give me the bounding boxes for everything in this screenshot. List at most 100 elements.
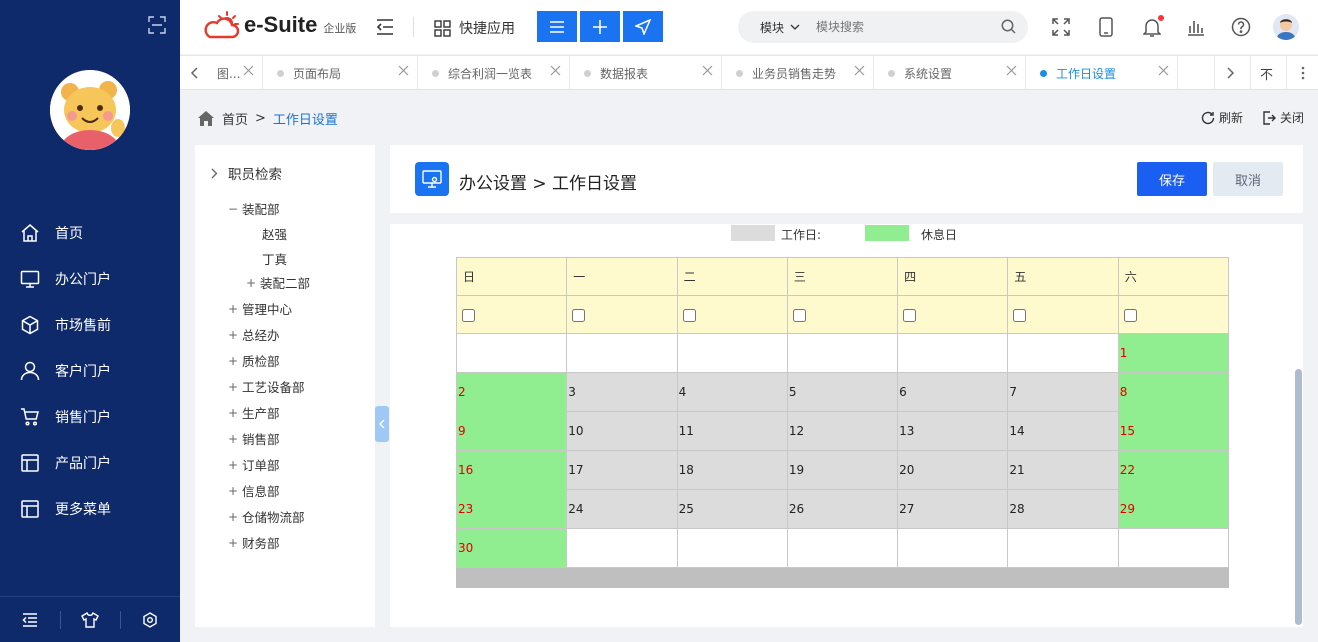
settings-icon[interactable] bbox=[120, 597, 180, 642]
calendar-day-cell[interactable]: 25 bbox=[676, 489, 788, 529]
tree-node[interactable]: − 装配部 bbox=[228, 199, 280, 218]
calendar-day-cell[interactable]: 2 bbox=[455, 372, 568, 412]
mobile-icon[interactable] bbox=[1094, 15, 1118, 39]
close-page-button[interactable]: 关闭 bbox=[1262, 109, 1304, 126]
calendar-day-cell[interactable]: 14 bbox=[1007, 411, 1119, 451]
save-button[interactable]: 保存 bbox=[1137, 162, 1207, 196]
calendar-day-cell[interactable]: 17 bbox=[566, 450, 678, 490]
tree-toggle[interactable]: + bbox=[228, 510, 242, 524]
tree-root[interactable]: 职员检索 bbox=[211, 163, 282, 183]
calendar-day-cell[interactable]: 19 bbox=[786, 450, 899, 490]
calendar-day-cell[interactable]: 13 bbox=[897, 411, 1009, 451]
tree-node[interactable]: 赵强 bbox=[248, 224, 287, 243]
tree-toggle[interactable]: + bbox=[228, 406, 242, 420]
close-icon[interactable] bbox=[1158, 65, 1169, 76]
tab-2[interactable]: 页面布局 bbox=[263, 56, 418, 90]
avatar[interactable] bbox=[50, 70, 130, 150]
calendar-day-cell[interactable]: 22 bbox=[1117, 450, 1230, 490]
tree-node[interactable]: + 销售部 bbox=[228, 429, 280, 448]
calendar-day-cell[interactable]: 10 bbox=[566, 411, 678, 451]
weekday-checkbox[interactable] bbox=[1013, 308, 1027, 322]
calendar-day-cell[interactable]: 18 bbox=[676, 450, 788, 490]
tab-4[interactable]: 数据报表 bbox=[570, 56, 722, 90]
nav-item-home[interactable]: 首页 bbox=[0, 210, 180, 256]
nav-item-more[interactable]: 更多菜单 bbox=[0, 486, 180, 532]
collapse-panel-handle[interactable] bbox=[375, 406, 389, 442]
nav-item-sales[interactable]: 销售门户 bbox=[0, 394, 180, 440]
close-icon[interactable] bbox=[243, 65, 254, 76]
quick-apps-button[interactable]: 快捷应用 bbox=[434, 18, 515, 38]
breadcrumb-home[interactable]: 首页 bbox=[222, 109, 248, 128]
calendar-day-cell[interactable]: 16 bbox=[455, 450, 568, 490]
tree-toggle[interactable]: + bbox=[228, 458, 242, 472]
nav-item-presales[interactable]: 市场售前 bbox=[0, 302, 180, 348]
bell-icon[interactable] bbox=[1140, 15, 1164, 39]
calendar-day-cell[interactable]: 1 bbox=[1117, 333, 1230, 373]
tree-node[interactable]: + 工艺设备部 bbox=[228, 377, 305, 396]
scan-icon[interactable] bbox=[148, 16, 166, 34]
tree-node[interactable]: + 管理中心 bbox=[228, 299, 292, 318]
calendar-day-cell[interactable]: 11 bbox=[676, 411, 788, 451]
close-icon[interactable] bbox=[398, 65, 409, 76]
add-button[interactable] bbox=[580, 11, 620, 42]
weekday-checkbox[interactable] bbox=[1123, 308, 1137, 322]
fullscreen-icon[interactable] bbox=[1049, 15, 1073, 39]
tree-node[interactable]: 丁真 bbox=[248, 249, 287, 268]
calendar-day-cell[interactable]: 27 bbox=[897, 489, 1009, 529]
calendar-day-cell[interactable]: 7 bbox=[1007, 372, 1119, 412]
tab-5[interactable]: 业务员销售走势 bbox=[722, 56, 874, 90]
tab-1[interactable]: 图... bbox=[208, 56, 263, 90]
weekday-checkbox[interactable] bbox=[903, 308, 917, 322]
close-icon[interactable] bbox=[550, 65, 561, 76]
tab-6[interactable]: 系统设置 bbox=[874, 56, 1026, 90]
cancel-button[interactable]: 取消 bbox=[1213, 162, 1283, 196]
tree-node[interactable]: + 装配二部 bbox=[246, 273, 310, 292]
weekday-checkbox[interactable] bbox=[462, 308, 475, 322]
indent-icon[interactable] bbox=[0, 597, 60, 642]
app-logo[interactable]: e-Suite 企业版 bbox=[202, 10, 356, 40]
calendar-day-cell[interactable]: 12 bbox=[786, 411, 899, 451]
tree-node[interactable]: + 财务部 bbox=[228, 533, 280, 552]
help-icon[interactable] bbox=[1229, 15, 1253, 39]
nav-item-product[interactable]: 产品门户 bbox=[0, 440, 180, 486]
search-icon[interactable] bbox=[1001, 19, 1016, 34]
module-select[interactable]: 模块 bbox=[760, 19, 800, 36]
user-avatar[interactable] bbox=[1273, 14, 1299, 40]
refresh-button[interactable]: 刷新 bbox=[1201, 109, 1243, 126]
calendar-day-cell[interactable]: 4 bbox=[676, 372, 788, 412]
close-icon[interactable] bbox=[854, 65, 865, 76]
close-icon[interactable] bbox=[1006, 65, 1017, 76]
tree-toggle[interactable]: + bbox=[246, 276, 260, 290]
search-input[interactable] bbox=[816, 20, 987, 34]
calendar-day-cell[interactable]: 30 bbox=[455, 528, 568, 568]
tree-node[interactable]: + 生产部 bbox=[228, 403, 280, 422]
vertical-scrollbar[interactable] bbox=[1295, 369, 1302, 625]
calendar-day-cell[interactable]: 28 bbox=[1007, 489, 1119, 529]
tree-toggle[interactable]: + bbox=[228, 536, 242, 550]
calendar-day-cell[interactable]: 23 bbox=[455, 489, 568, 529]
calendar-day-cell[interactable]: 21 bbox=[1007, 450, 1119, 490]
nav-item-customer[interactable]: 客户门户 bbox=[0, 348, 180, 394]
calendar-day-cell[interactable]: 26 bbox=[786, 489, 899, 529]
tree-toggle[interactable]: + bbox=[228, 328, 242, 342]
more-icon[interactable] bbox=[1286, 56, 1318, 90]
tab-7[interactable]: 工作日设置 bbox=[1026, 56, 1178, 90]
calendar-day-cell[interactable]: 6 bbox=[897, 372, 1009, 412]
tab-3[interactable]: 综合利润一览表 bbox=[418, 56, 570, 90]
weekday-checkbox[interactable] bbox=[682, 308, 696, 322]
close-icon[interactable] bbox=[702, 65, 713, 76]
list-button[interactable] bbox=[537, 11, 577, 42]
tree-toggle[interactable]: + bbox=[228, 432, 242, 446]
calendar-day-cell[interactable]: 24 bbox=[566, 489, 678, 529]
tree-node[interactable]: + 总经办 bbox=[228, 325, 280, 344]
weekday-checkbox[interactable] bbox=[792, 308, 806, 322]
calendar-day-cell[interactable]: 9 bbox=[455, 411, 568, 451]
calendar-day-cell[interactable]: 20 bbox=[897, 450, 1009, 490]
collapse-menu-icon[interactable] bbox=[376, 19, 394, 35]
chart-icon[interactable] bbox=[1184, 15, 1208, 39]
tree-toggle[interactable]: + bbox=[228, 380, 242, 394]
send-button[interactable] bbox=[623, 11, 663, 42]
tree-toggle[interactable]: + bbox=[228, 484, 242, 498]
calendar-day-cell[interactable]: 29 bbox=[1117, 489, 1230, 529]
tab-scroll-left[interactable] bbox=[180, 56, 208, 90]
